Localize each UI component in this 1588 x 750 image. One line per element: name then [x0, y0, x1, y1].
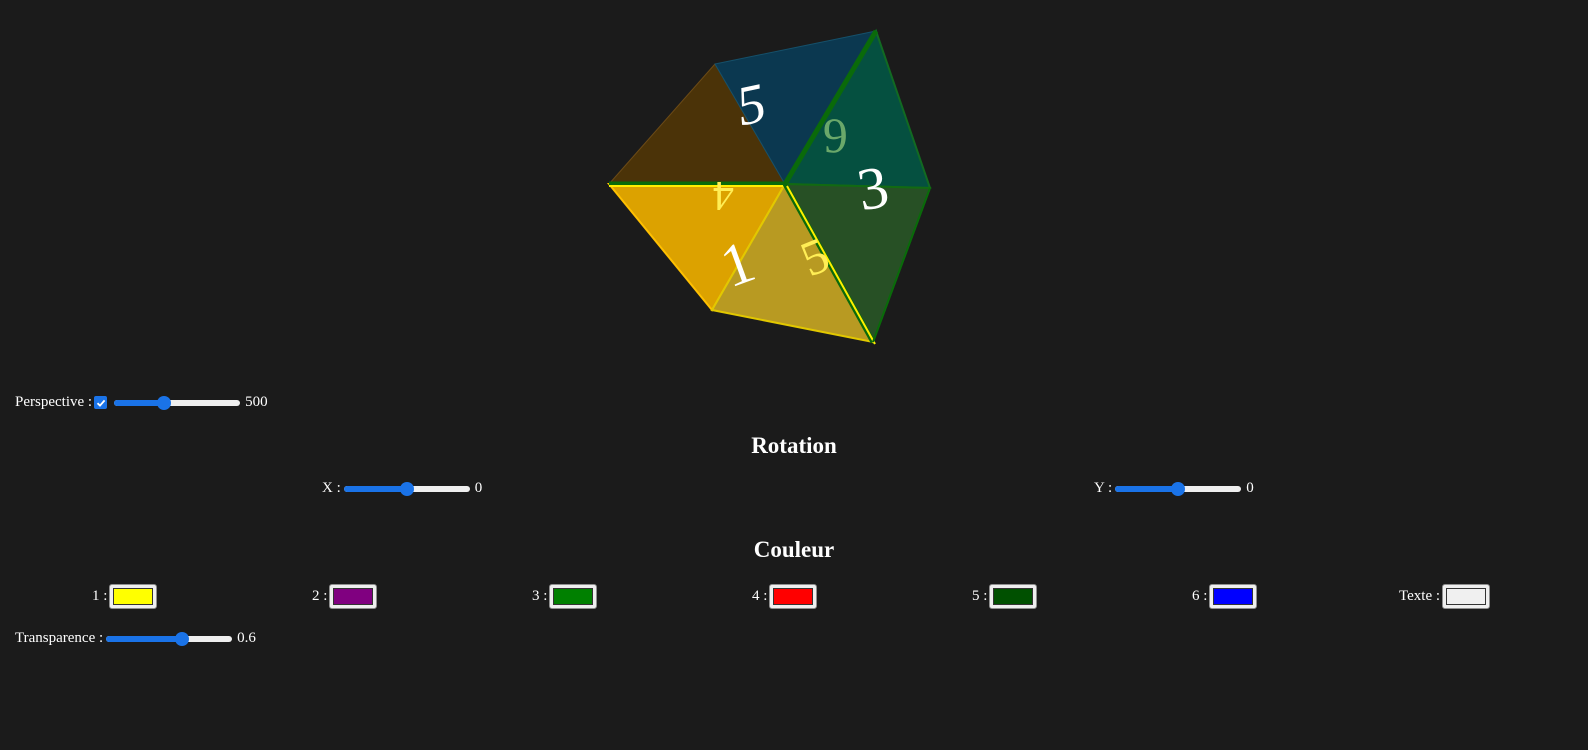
color-item-texte: Texte : — [1399, 584, 1491, 609]
transparence-value: 0.6 — [237, 630, 256, 646]
rotation-y-slider-thumb[interactable] — [1171, 481, 1186, 496]
color-swatch-fill — [1446, 588, 1487, 605]
transparence-slider[interactable] — [106, 631, 233, 647]
cube-digit-4: 4 — [713, 172, 734, 218]
cube-canvas: 5 6 3 4 1 5 — [606, 28, 932, 345]
color-swatch-fill — [773, 588, 814, 605]
rotation-x-label: X : — [322, 480, 341, 496]
color-item-3: 3 : — [532, 584, 598, 609]
color-label-texte: Texte : — [1399, 588, 1441, 604]
couleur-heading: Couleur — [753, 537, 835, 562]
rotation-x-row: X : 0 — [322, 480, 482, 497]
transparence-label: Transparence : — [15, 630, 104, 646]
color-item-5: 5 : — [972, 584, 1038, 609]
color-swatch-fill — [1213, 588, 1254, 605]
color-label-6: 6 : — [1192, 588, 1208, 604]
color-label-2: 2 : — [312, 588, 328, 604]
color-picker-5[interactable] — [989, 584, 1038, 609]
perspective-row: Perspective : 500 — [15, 394, 268, 411]
cube-preview: 5 6 3 4 1 5 — [0, 0, 1588, 380]
rotation-y-label: Y : — [1094, 480, 1113, 496]
rotation-x-slider-fill — [343, 485, 407, 492]
rotation-x-slider-thumb[interactable] — [399, 481, 414, 496]
color-picker-2[interactable] — [329, 584, 378, 609]
perspective-label: Perspective : — [15, 394, 93, 410]
rotation-x-slider[interactable] — [343, 481, 470, 497]
color-picker-texte[interactable] — [1442, 584, 1491, 609]
rotation-heading: Rotation — [751, 433, 837, 458]
color-swatch-fill — [113, 588, 154, 605]
color-swatch-fill — [553, 588, 594, 605]
rotation-y-slider-fill — [1115, 485, 1179, 492]
color-picker-1[interactable] — [109, 584, 158, 609]
rotation-x-value: 0 — [474, 480, 483, 496]
color-item-1: 1 : — [92, 584, 158, 609]
color-picker-6[interactable] — [1209, 584, 1258, 609]
transparence-slider-fill — [106, 635, 182, 642]
color-swatch-fill — [993, 588, 1034, 605]
color-label-4: 4 : — [752, 588, 768, 604]
perspective-checkbox[interactable] — [94, 396, 108, 409]
transparence-row: Transparence : 0.6 — [15, 630, 256, 647]
rotation-y-row: Y : 0 — [1094, 480, 1254, 497]
color-swatch-fill — [333, 588, 374, 605]
perspective-value: 500 — [245, 394, 268, 410]
color-picker-3[interactable] — [549, 584, 598, 609]
cube-digit-6: 6 — [823, 109, 848, 165]
color-label-3: 3 : — [532, 588, 548, 604]
color-item-2: 2 : — [312, 584, 378, 609]
color-label-5: 5 : — [972, 588, 988, 604]
color-item-4: 4 : — [752, 584, 818, 609]
transparence-slider-thumb[interactable] — [174, 631, 189, 646]
checkmark-icon — [96, 399, 105, 407]
color-label-1: 1 : — [92, 588, 108, 604]
color-item-6: 6 : — [1192, 584, 1258, 609]
color-picker-4[interactable] — [769, 584, 818, 609]
perspective-slider-thumb[interactable] — [157, 395, 172, 410]
perspective-slider[interactable] — [114, 395, 241, 411]
rotation-y-slider[interactable] — [1115, 481, 1242, 497]
rotation-y-value: 0 — [1246, 480, 1254, 496]
